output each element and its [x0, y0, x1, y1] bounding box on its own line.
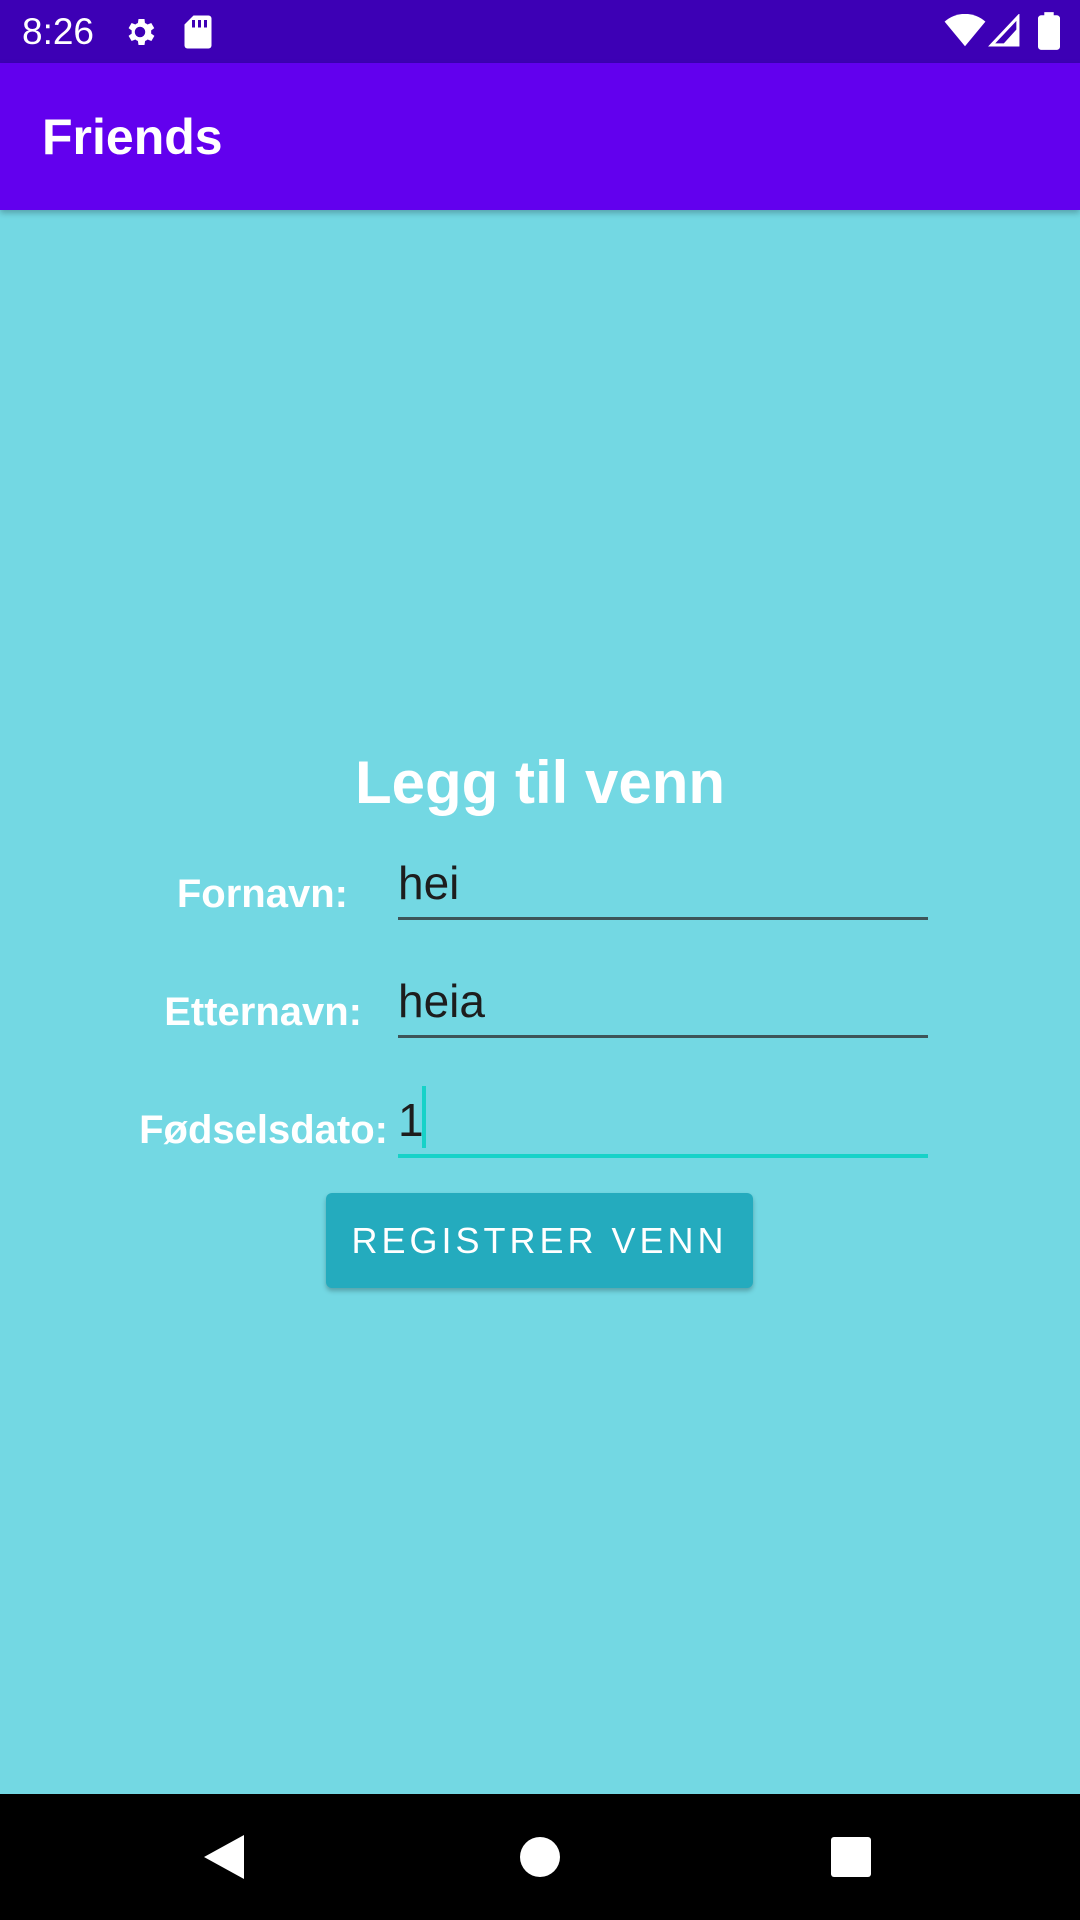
last-name-input[interactable] [398, 966, 928, 1038]
app-title: Friends [42, 109, 223, 165]
status-time: 8:26 [22, 11, 95, 52]
last-name-label: Etternavn: [164, 990, 362, 1034]
home-icon[interactable] [510, 1827, 570, 1887]
screen: 8:26 Friends Legg til venn Fornavn: Ette… [0, 0, 1080, 1920]
form-title: Legg til venn [354, 749, 726, 816]
status-bar: 8:26 [0, 0, 1080, 63]
gear-icon [128, 18, 155, 46]
app-bar: Friends [0, 63, 1080, 210]
birth-date-input[interactable] [398, 1086, 928, 1158]
back-icon[interactable] [194, 1827, 254, 1887]
register-friend-button[interactable]: REGISTRER VENN [326, 1193, 753, 1288]
wifi-icon [944, 14, 986, 47]
signal-icon [988, 14, 1020, 47]
sd-card-icon [184, 15, 212, 49]
battery-icon [1038, 12, 1060, 50]
birth-date-label: Fødselsdato: [139, 1108, 388, 1152]
recents-icon[interactable] [821, 1827, 881, 1887]
first-name-label: Fornavn: [176, 872, 348, 916]
nav-bar [0, 1794, 1080, 1920]
first-name-input[interactable] [398, 848, 928, 920]
text-cursor [422, 1086, 426, 1148]
